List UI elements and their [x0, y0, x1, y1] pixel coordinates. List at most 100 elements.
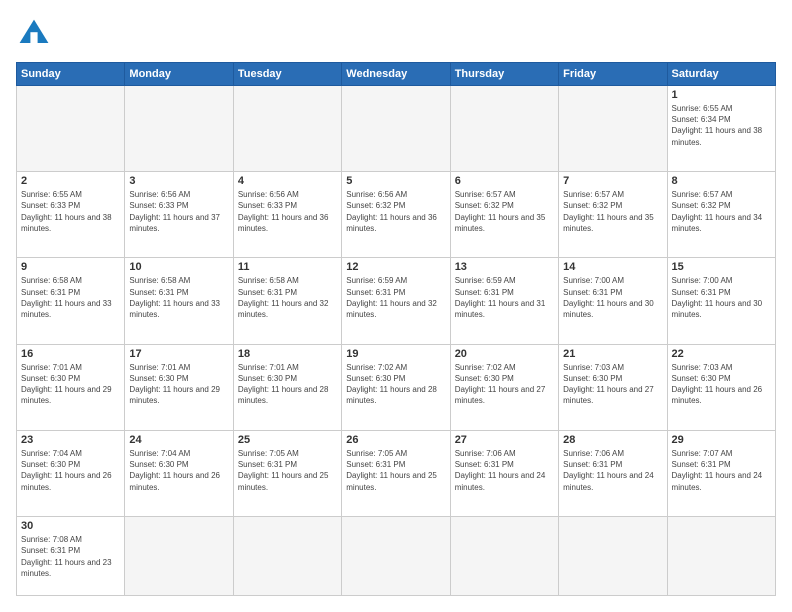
- day-info: Sunrise: 6:57 AMSunset: 6:32 PMDaylight:…: [455, 189, 554, 234]
- day-number: 25: [238, 434, 337, 446]
- day-number: 3: [129, 175, 228, 187]
- day-number: 17: [129, 348, 228, 360]
- day-info: Sunrise: 7:02 AMSunset: 6:30 PMDaylight:…: [346, 362, 445, 407]
- calendar-cell: [125, 86, 233, 172]
- day-info: Sunrise: 7:07 AMSunset: 6:31 PMDaylight:…: [672, 448, 771, 493]
- calendar-cell: 10 Sunrise: 6:58 AMSunset: 6:31 PMDayligh…: [125, 258, 233, 344]
- calendar-cell: 23 Sunrise: 7:04 AMSunset: 6:30 PMDayligh…: [17, 430, 125, 516]
- calendar-cell: 2 Sunrise: 6:55 AMSunset: 6:33 PMDaylight…: [17, 172, 125, 258]
- calendar-week-0: 1 Sunrise: 6:55 AMSunset: 6:34 PMDaylight…: [17, 86, 776, 172]
- day-number: 28: [563, 434, 662, 446]
- calendar-cell: 28Sunrise: 7:06 AMSunset: 6:31 PMDayligh…: [559, 430, 667, 516]
- day-info: Sunrise: 6:56 AMSunset: 6:33 PMDaylight:…: [129, 189, 228, 234]
- day-info: Sunrise: 6:57 AMSunset: 6:32 PMDaylight:…: [672, 189, 771, 234]
- day-number: 5: [346, 175, 445, 187]
- day-number: 1: [672, 89, 771, 101]
- calendar-cell: 8Sunrise: 6:57 AMSunset: 6:32 PMDaylight…: [667, 172, 775, 258]
- calendar-cell: 19 Sunrise: 7:02 AMSunset: 6:30 PMDayligh…: [342, 344, 450, 430]
- day-info: Sunrise: 6:59 AMSunset: 6:31 PMDaylight:…: [455, 275, 554, 320]
- day-number: 13: [455, 261, 554, 273]
- calendar-cell: [342, 517, 450, 596]
- day-info: Sunrise: 6:58 AMSunset: 6:31 PMDaylight:…: [129, 275, 228, 320]
- day-info: Sunrise: 6:57 AMSunset: 6:32 PMDaylight:…: [563, 189, 662, 234]
- day-info: Sunrise: 7:03 AMSunset: 6:30 PMDaylight:…: [672, 362, 771, 407]
- day-number: 2: [21, 175, 120, 187]
- calendar-cell: [17, 86, 125, 172]
- day-number: 14: [563, 261, 662, 273]
- day-header-tuesday: Tuesday: [233, 63, 341, 86]
- day-number: 23: [21, 434, 120, 446]
- calendar-cell: 29 Sunrise: 7:07 AMSunset: 6:31 PMDayligh…: [667, 430, 775, 516]
- calendar-cell: 9 Sunrise: 6:58 AMSunset: 6:31 PMDaylight…: [17, 258, 125, 344]
- calendar-header-row: SundayMondayTuesdayWednesdayThursdayFrid…: [17, 63, 776, 86]
- day-number: 6: [455, 175, 554, 187]
- day-info: Sunrise: 7:02 AMSunset: 6:30 PMDaylight:…: [455, 362, 554, 407]
- day-header-monday: Monday: [125, 63, 233, 86]
- day-info: Sunrise: 7:04 AMSunset: 6:30 PMDaylight:…: [129, 448, 228, 493]
- day-number: 10: [129, 261, 228, 273]
- day-number: 19: [346, 348, 445, 360]
- calendar-week-4: 23 Sunrise: 7:04 AMSunset: 6:30 PMDayligh…: [17, 430, 776, 516]
- day-header-sunday: Sunday: [17, 63, 125, 86]
- calendar-cell: 17 Sunrise: 7:01 AMSunset: 6:30 PMDayligh…: [125, 344, 233, 430]
- calendar-cell: [450, 517, 558, 596]
- calendar-cell: [559, 86, 667, 172]
- day-header-friday: Friday: [559, 63, 667, 86]
- calendar-cell: 15 Sunrise: 7:00 AMSunset: 6:31 PMDayligh…: [667, 258, 775, 344]
- day-info: Sunrise: 7:00 AMSunset: 6:31 PMDaylight:…: [563, 275, 662, 320]
- day-info: Sunrise: 6:59 AMSunset: 6:31 PMDaylight:…: [346, 275, 445, 320]
- day-number: 12: [346, 261, 445, 273]
- day-number: 7: [563, 175, 662, 187]
- calendar-cell: 16Sunrise: 7:01 AMSunset: 6:30 PMDayligh…: [17, 344, 125, 430]
- calendar-cell: 4Sunrise: 6:56 AMSunset: 6:33 PMDaylight…: [233, 172, 341, 258]
- calendar-cell: [559, 517, 667, 596]
- day-number: 9: [21, 261, 120, 273]
- page: SundayMondayTuesdayWednesdayThursdayFrid…: [0, 0, 792, 612]
- calendar-week-2: 9 Sunrise: 6:58 AMSunset: 6:31 PMDaylight…: [17, 258, 776, 344]
- logo-icon: [16, 16, 52, 52]
- calendar-week-1: 2 Sunrise: 6:55 AMSunset: 6:33 PMDaylight…: [17, 172, 776, 258]
- day-number: 27: [455, 434, 554, 446]
- calendar-cell: 7 Sunrise: 6:57 AMSunset: 6:32 PMDaylight…: [559, 172, 667, 258]
- day-number: 20: [455, 348, 554, 360]
- calendar-cell: [233, 86, 341, 172]
- calendar-cell: [233, 517, 341, 596]
- day-number: 16: [21, 348, 120, 360]
- calendar-cell: [667, 517, 775, 596]
- day-info: Sunrise: 7:06 AMSunset: 6:31 PMDaylight:…: [455, 448, 554, 493]
- day-number: 11: [238, 261, 337, 273]
- day-number: 30: [21, 520, 120, 532]
- calendar-cell: 25 Sunrise: 7:05 AMSunset: 6:31 PMDayligh…: [233, 430, 341, 516]
- day-info: Sunrise: 6:55 AMSunset: 6:34 PMDaylight:…: [672, 103, 771, 148]
- calendar-cell: 20 Sunrise: 7:02 AMSunset: 6:30 PMDayligh…: [450, 344, 558, 430]
- day-info: Sunrise: 7:04 AMSunset: 6:30 PMDaylight:…: [21, 448, 120, 493]
- day-number: 15: [672, 261, 771, 273]
- calendar-cell: 24 Sunrise: 7:04 AMSunset: 6:30 PMDayligh…: [125, 430, 233, 516]
- day-info: Sunrise: 7:08 AMSunset: 6:31 PMDaylight:…: [21, 534, 120, 579]
- calendar-cell: 12 Sunrise: 6:59 AMSunset: 6:31 PMDayligh…: [342, 258, 450, 344]
- day-number: 29: [672, 434, 771, 446]
- calendar-cell: 3 Sunrise: 6:56 AMSunset: 6:33 PMDaylight…: [125, 172, 233, 258]
- day-number: 24: [129, 434, 228, 446]
- calendar-cell: 1 Sunrise: 6:55 AMSunset: 6:34 PMDaylight…: [667, 86, 775, 172]
- day-number: 4: [238, 175, 337, 187]
- day-info: Sunrise: 7:00 AMSunset: 6:31 PMDaylight:…: [672, 275, 771, 320]
- calendar-cell: [125, 517, 233, 596]
- day-info: Sunrise: 6:56 AMSunset: 6:32 PMDaylight:…: [346, 189, 445, 234]
- calendar-cell: 6 Sunrise: 6:57 AMSunset: 6:32 PMDaylight…: [450, 172, 558, 258]
- day-info: Sunrise: 6:55 AMSunset: 6:33 PMDaylight:…: [21, 189, 120, 234]
- day-info: Sunrise: 7:05 AMSunset: 6:31 PMDaylight:…: [238, 448, 337, 493]
- day-info: Sunrise: 7:01 AMSunset: 6:30 PMDaylight:…: [129, 362, 228, 407]
- calendar-cell: 5 Sunrise: 6:56 AMSunset: 6:32 PMDaylight…: [342, 172, 450, 258]
- calendar-cell: [342, 86, 450, 172]
- calendar-cell: 22Sunrise: 7:03 AMSunset: 6:30 PMDayligh…: [667, 344, 775, 430]
- day-header-saturday: Saturday: [667, 63, 775, 86]
- calendar-cell: 26Sunrise: 7:05 AMSunset: 6:31 PMDayligh…: [342, 430, 450, 516]
- day-info: Sunrise: 6:58 AMSunset: 6:31 PMDaylight:…: [21, 275, 120, 320]
- calendar-cell: 18Sunrise: 7:01 AMSunset: 6:30 PMDayligh…: [233, 344, 341, 430]
- day-number: 26: [346, 434, 445, 446]
- calendar-cell: 27 Sunrise: 7:06 AMSunset: 6:31 PMDayligh…: [450, 430, 558, 516]
- calendar-week-3: 16 Sunrise: 7:01 AMSunset: 6:30 PMDayligh…: [17, 344, 776, 430]
- day-header-wednesday: Wednesday: [342, 63, 450, 86]
- calendar-cell: 13 Sunrise: 6:59 AMSunset: 6:31 PMDayligh…: [450, 258, 558, 344]
